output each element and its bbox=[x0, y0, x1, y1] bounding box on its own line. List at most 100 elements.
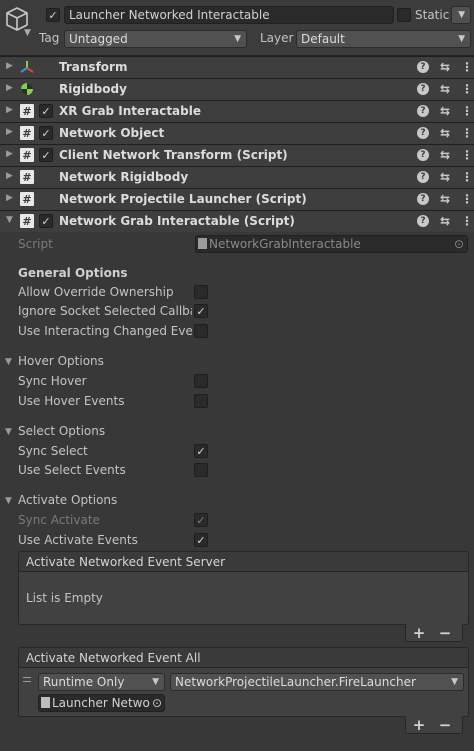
script-icon: # bbox=[20, 170, 34, 184]
use-hover-events-label: Use Hover Events bbox=[18, 394, 125, 408]
kebab-menu-icon[interactable]: ⋮ bbox=[460, 148, 474, 162]
kebab-menu-icon[interactable]: ⋮ bbox=[460, 192, 474, 206]
static-dropdown[interactable]: ▼ bbox=[451, 6, 471, 24]
layer-label: Layer bbox=[260, 31, 294, 45]
help-icon[interactable]: ? bbox=[416, 148, 430, 162]
activate-options-title[interactable]: Activate Options bbox=[18, 493, 117, 507]
event-server-add-button[interactable]: + bbox=[406, 624, 432, 642]
sync-hover-label: Sync Hover bbox=[18, 374, 87, 388]
drag-handle-icon[interactable] bbox=[23, 677, 31, 682]
component-actions: ? ⇆ ⋮ bbox=[416, 214, 474, 228]
kebab-menu-icon[interactable]: ⋮ bbox=[460, 82, 474, 96]
event-server-remove-button[interactable]: − bbox=[432, 624, 458, 642]
script-icon: # bbox=[20, 126, 34, 140]
select-options-title[interactable]: Select Options bbox=[18, 424, 105, 438]
component-actions: ? ⇆ ⋮ bbox=[416, 82, 474, 96]
cube-dropdown-caret-icon[interactable]: ▼ bbox=[24, 28, 31, 38]
kebab-menu-icon[interactable]: ⋮ bbox=[460, 60, 474, 74]
allow-override-ownership-checkbox[interactable] bbox=[194, 285, 208, 299]
object-name-input[interactable]: Launcher Networked Interactable bbox=[64, 6, 394, 24]
use-activate-events-checkbox[interactable]: ✓ bbox=[194, 533, 208, 547]
foldout-collapsed-icon[interactable]: ▶ bbox=[6, 83, 13, 93]
script-icon: # bbox=[20, 192, 34, 206]
presets-icon[interactable]: ⇆ bbox=[438, 192, 452, 206]
component-actions: ? ⇆ ⋮ bbox=[416, 104, 474, 118]
event-server-title: Activate Networked Event Server bbox=[19, 552, 468, 572]
hover-options-foldout-icon[interactable]: ▼ bbox=[5, 357, 12, 367]
presets-icon[interactable]: ⇆ bbox=[438, 214, 452, 228]
component-row-network-rigidbody[interactable]: ▶ # Network Rigidbody? ⇆ ⋮ bbox=[0, 166, 474, 188]
component-row-network-projectile-launcher-script[interactable]: ▶ # Network Projectile Launcher (Script)? ⇆… bbox=[0, 188, 474, 210]
inspector-header: ▼ ✓ Launcher Networked Interactable Stat… bbox=[0, 0, 474, 56]
tag-label: Tag bbox=[39, 31, 60, 45]
presets-icon[interactable]: ⇆ bbox=[438, 82, 452, 96]
event-server-footer: + − bbox=[405, 624, 463, 642]
ignore-socket-selected-callback-checkbox[interactable]: ✓ bbox=[194, 304, 208, 318]
presets-icon[interactable]: ⇆ bbox=[438, 170, 452, 184]
help-icon[interactable]: ? bbox=[416, 170, 430, 184]
foldout-collapsed-icon[interactable]: ▶ bbox=[6, 105, 13, 115]
component-enabled-checkbox[interactable]: ✓ bbox=[39, 126, 53, 140]
activate-options-foldout-icon[interactable]: ▼ bbox=[5, 496, 12, 506]
use-select-events-checkbox[interactable] bbox=[194, 463, 208, 477]
kebab-menu-icon[interactable]: ⋮ bbox=[460, 214, 474, 228]
component-row-client-network-transform-script[interactable]: ▶ # ✓ Client Network Transform (Script)? ⇆ ⋮ bbox=[0, 144, 474, 166]
component-name: Network Rigidbody bbox=[59, 170, 189, 184]
component-name: Rigidbody bbox=[59, 82, 127, 96]
layer-dropdown[interactable]: Default ▼ bbox=[296, 30, 471, 48]
foldout-collapsed-icon[interactable]: ▶ bbox=[6, 193, 13, 203]
select-options-foldout-icon[interactable]: ▼ bbox=[5, 427, 12, 437]
component-enabled-checkbox[interactable]: ✓ bbox=[39, 104, 53, 118]
foldout-expanded-icon[interactable]: ▼ bbox=[6, 215, 13, 225]
event-all-add-button[interactable]: + bbox=[406, 716, 432, 734]
activate-networked-event-all-panel: Activate Networked Event All Runtime Onl… bbox=[18, 647, 469, 717]
active-checkbox[interactable]: ✓ bbox=[46, 8, 60, 22]
help-icon[interactable]: ? bbox=[416, 60, 430, 74]
presets-icon[interactable]: ⇆ bbox=[438, 104, 452, 118]
foldout-collapsed-icon[interactable]: ▶ bbox=[6, 149, 13, 159]
help-icon[interactable]: ? bbox=[416, 104, 430, 118]
sync-activate-label: Sync Activate bbox=[18, 513, 100, 527]
function-dropdown[interactable]: NetworkProjectileLauncher.FireLauncher ▼ bbox=[170, 673, 464, 691]
kebab-menu-icon[interactable]: ⋮ bbox=[460, 170, 474, 184]
component-row-network-object[interactable]: ▶ # ✓ Network Object? ⇆ ⋮ bbox=[0, 122, 474, 144]
target-object-field[interactable]: Launcher Netwo ⊙ bbox=[38, 694, 165, 712]
event-all-remove-button[interactable]: − bbox=[432, 716, 458, 734]
foldout-collapsed-icon[interactable]: ▶ bbox=[6, 127, 13, 137]
use-interacting-changed-event-checkbox[interactable] bbox=[194, 324, 208, 338]
use-hover-events-checkbox[interactable] bbox=[194, 394, 208, 408]
sync-hover-checkbox[interactable] bbox=[194, 374, 208, 388]
runtime-mode-value: Runtime Only bbox=[43, 675, 125, 689]
help-icon[interactable]: ? bbox=[416, 82, 430, 96]
component-actions: ? ⇆ ⋮ bbox=[416, 148, 474, 162]
component-actions: ? ⇆ ⋮ bbox=[416, 60, 474, 74]
component-row-xr-grab-interactable[interactable]: ▶ # ✓ XR Grab Interactable? ⇆ ⋮ bbox=[0, 100, 474, 122]
foldout-collapsed-icon[interactable]: ▶ bbox=[6, 171, 13, 181]
script-object-field: NetworkGrabInteractable ⊙ bbox=[195, 235, 468, 253]
component-row-rigidbody[interactable]: ▶ Rigidbody? ⇆ ⋮ bbox=[0, 78, 474, 100]
component-row-network-grab-interactable-script[interactable]: ▼ # ✓ Network Grab Interactable (Script)? ⇆ ⋮ bbox=[0, 210, 474, 232]
presets-icon[interactable]: ⇆ bbox=[438, 60, 452, 74]
tag-dropdown[interactable]: Untagged ▼ bbox=[64, 30, 247, 48]
presets-icon[interactable]: ⇆ bbox=[438, 148, 452, 162]
component-enabled-checkbox[interactable]: ✓ bbox=[39, 148, 53, 162]
presets-icon[interactable]: ⇆ bbox=[438, 126, 452, 140]
help-icon[interactable]: ? bbox=[416, 214, 430, 228]
foldout-collapsed-icon[interactable]: ▶ bbox=[6, 61, 13, 71]
help-icon[interactable]: ? bbox=[416, 192, 430, 206]
component-row-transform[interactable]: ▶ Transform? ⇆ ⋮ bbox=[0, 56, 474, 78]
tag-value: Untagged bbox=[69, 32, 128, 46]
kebab-menu-icon[interactable]: ⋮ bbox=[460, 126, 474, 140]
object-picker-icon[interactable]: ⊙ bbox=[151, 695, 162, 711]
help-icon[interactable]: ? bbox=[416, 126, 430, 140]
component-enabled-checkbox[interactable]: ✓ bbox=[39, 214, 53, 228]
event-all-title: Activate Networked Event All bbox=[19, 648, 468, 668]
sync-select-checkbox[interactable]: ✓ bbox=[194, 444, 208, 458]
list-empty-text: List is Empty bbox=[26, 591, 103, 605]
kebab-menu-icon[interactable]: ⋮ bbox=[460, 104, 474, 118]
hover-options-title[interactable]: Hover Options bbox=[18, 354, 104, 368]
runtime-mode-dropdown[interactable]: Runtime Only ▼ bbox=[38, 673, 165, 691]
static-checkbox[interactable] bbox=[397, 8, 411, 22]
component-name: Network Grab Interactable (Script) bbox=[59, 214, 295, 228]
component-name: Network Object bbox=[59, 126, 165, 140]
